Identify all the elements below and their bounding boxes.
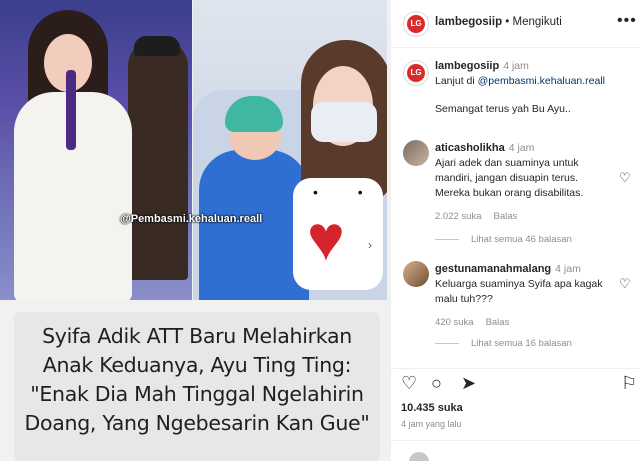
caption-mention-link[interactable]: @pembasmi.kehaluan.reall [478, 75, 605, 87]
commenter-avatar[interactable] [403, 140, 429, 166]
caption-prefix: Lanjut di [435, 75, 478, 87]
heart-sticker: • • ♥ [293, 178, 383, 290]
post-header: LG lambegosiip • Mengikuti ••• [391, 0, 640, 48]
heart-icon: ♥ [307, 202, 345, 274]
caption-line-1: Lanjut di @pembasmi.kehaluan.reall [435, 74, 635, 89]
comment-likes[interactable]: 420 suka [435, 317, 474, 328]
caption-username[interactable]: lambegosiip [435, 60, 499, 72]
post-panel: LG lambegosiip • Mengikuti ••• LG lambeg… [390, 0, 640, 461]
like-comment-icon[interactable]: ♡ [619, 276, 631, 292]
like-comment-icon[interactable]: ♡ [619, 170, 631, 186]
comment-meta: 420 suka Balas [435, 317, 615, 328]
view-replies[interactable]: Lihat semua 46 balasan [435, 234, 640, 245]
post-likes[interactable]: 10.435 suka [401, 402, 463, 414]
headline-line: "Enak Dia Mah Tinggal Ngelahirin [30, 382, 364, 406]
headline: Syifa Adik ATT Baru Melahirkan Anak Kedu… [20, 322, 374, 438]
lambe-logo-icon: LG [407, 15, 425, 33]
header-user: lambegosiip • Mengikuti [435, 16, 562, 28]
divider [391, 440, 640, 441]
comment-username[interactable]: gestunamanahmalang [435, 263, 551, 275]
view-replies[interactable]: Lihat semua 16 balasan [435, 338, 640, 349]
headline-line: Anak Keduanya, Ayu Ting Ting: [42, 353, 352, 377]
header-username[interactable]: lambegosiip [435, 16, 502, 28]
more-options-icon[interactable]: ••• [617, 12, 637, 30]
follow-status[interactable]: Mengikuti [513, 16, 562, 28]
divider-line [435, 238, 459, 240]
action-bar: ♡ ○ ➤ ⚐ [391, 368, 640, 396]
comment-icon[interactable]: ○ [431, 373, 442, 394]
comment: aticasholikha 4 jam Ajari adek dan suamin… [435, 138, 615, 222]
comment: gestunamanahmalang 4 jam Keluarga suaminy… [435, 259, 615, 328]
man-cap [134, 36, 180, 56]
comment-text: Ajari adek dan suaminya untuk mandiri, j… [435, 157, 584, 199]
save-icon[interactable]: ⚐ [621, 373, 637, 394]
man-figure [128, 40, 188, 280]
comment-meta: 2.022 suka Balas [435, 211, 615, 222]
photo-hospital: • • ♥ [193, 0, 387, 300]
post-media: • • ♥ @Pembasmi.kehaluan.reall › Syifa A… [0, 0, 390, 461]
headline-box: Syifa Adik ATT Baru Melahirkan Anak Kedu… [14, 312, 380, 461]
divider-line [435, 342, 459, 344]
comment-username[interactable]: aticasholikha [435, 142, 505, 154]
post-time: 4 jam yang lalu [401, 419, 462, 429]
view-replies-label[interactable]: Lihat semua 16 balasan [471, 338, 572, 349]
like-icon[interactable]: ♡ [401, 373, 417, 394]
share-icon[interactable]: ➤ [461, 373, 476, 394]
microphone [66, 70, 76, 150]
face-mask [311, 102, 377, 142]
comment-time: 4 jam [508, 142, 535, 154]
lambe-logo-icon: LG [407, 64, 425, 82]
commenter-avatar[interactable] [403, 261, 429, 287]
header-separator: • [502, 16, 513, 28]
current-user-avatar [409, 452, 429, 461]
comment-reply-button[interactable]: Balas [493, 211, 517, 222]
photo-singer [0, 0, 192, 300]
caption-avatar[interactable]: LG [403, 60, 429, 86]
caption-line-2: Semangat terus yah Bu Ayu.. [435, 103, 571, 115]
comment-text: Keluarga suaminya Syifa apa kagak malu t… [435, 278, 603, 305]
caption: lambegosiip 4 jam Lanjut di @pembasmi.keh… [435, 56, 635, 117]
sticker-eyes: • • [313, 184, 381, 200]
watermark: @Pembasmi.kehaluan.reall [120, 213, 263, 225]
next-slide-icon[interactable]: › [361, 236, 379, 254]
comment-likes[interactable]: 2.022 suka [435, 211, 481, 222]
headline-line: Syifa Adik ATT Baru Melahirkan [42, 324, 352, 348]
headline-line: Doang, Yang Ngebesarin Kan Gue" [24, 411, 370, 435]
author-avatar[interactable]: LG [403, 11, 429, 37]
comment-reply-button[interactable]: Balas [486, 317, 510, 328]
comment-time: 4 jam [555, 263, 581, 275]
view-replies-label[interactable]: Lihat semua 46 balasan [471, 234, 572, 245]
caption-time: 4 jam [503, 60, 529, 72]
